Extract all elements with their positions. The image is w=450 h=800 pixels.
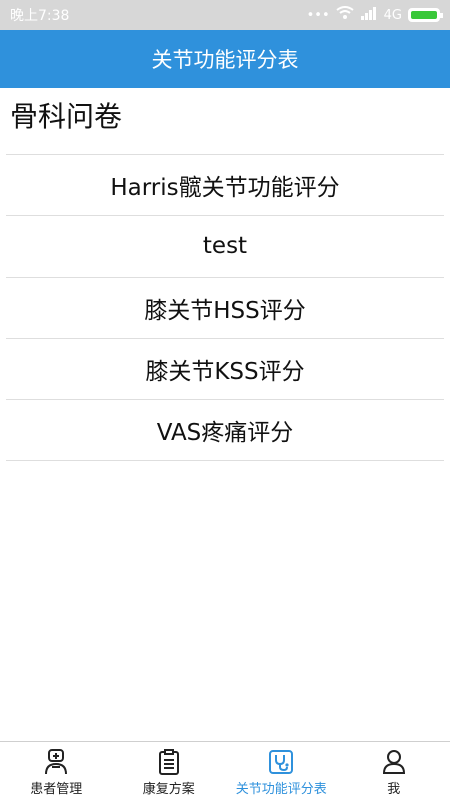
list-item-label: 膝关节KSS评分 [145,359,305,386]
tab-label: 我 [387,782,401,797]
signal-icon [360,6,378,24]
list-item-hss[interactable]: 膝关节HSS评分 [6,278,444,339]
section-title: 骨科问卷 [10,100,123,133]
status-icons: ••• 4G [306,6,443,24]
network-label: 4G [383,7,402,23]
tab-rehab-plan[interactable]: 康复方案 [113,742,226,800]
tab-label: 关节功能评分表 [235,782,327,797]
app-header: 关节功能评分表 [0,30,450,88]
list-item-label: Harris髋关节功能评分 [110,175,340,202]
status-time: 晚上7:38 [10,8,70,24]
tab-label: 康复方案 [142,782,195,797]
tab-me[interactable]: 我 [338,742,450,800]
list-item-harris[interactable]: Harris髋关节功能评分 [6,155,444,217]
stethoscope-icon [269,750,294,774]
list-item-kss[interactable]: 膝关节KSS评分 [6,339,444,401]
tab-label: 患者管理 [30,782,83,797]
status-bar: 晚上7:38 ••• 4G [0,0,450,30]
tab-joint-scores[interactable]: 关节功能评分表 [225,742,338,800]
questionnaire-list: Harris髋关节功能评分 test 膝关节HSS评分 膝关节KSS评分 VAS… [6,154,444,462]
list-item-label: 膝关节HSS评分 [144,297,306,324]
clipboard-icon [158,749,179,775]
person-icon [382,750,405,774]
page-title: 关节功能评分表 [151,48,299,72]
list-item-vas[interactable]: VAS疼痛评分 [6,400,444,462]
tab-patient-management[interactable]: 患者管理 [0,742,113,800]
list-item-test[interactable]: test [6,216,444,278]
list-item-label: VAS疼痛评分 [156,420,294,447]
more-icon: ••• [306,7,330,23]
patient-icon [45,749,68,775]
wifi-icon [336,6,354,24]
bottom-tab-bar: 患者管理 康复方案 关节功能评分表 我 [0,741,450,800]
list-item-label: test [202,233,248,260]
battery-icon [408,8,443,22]
